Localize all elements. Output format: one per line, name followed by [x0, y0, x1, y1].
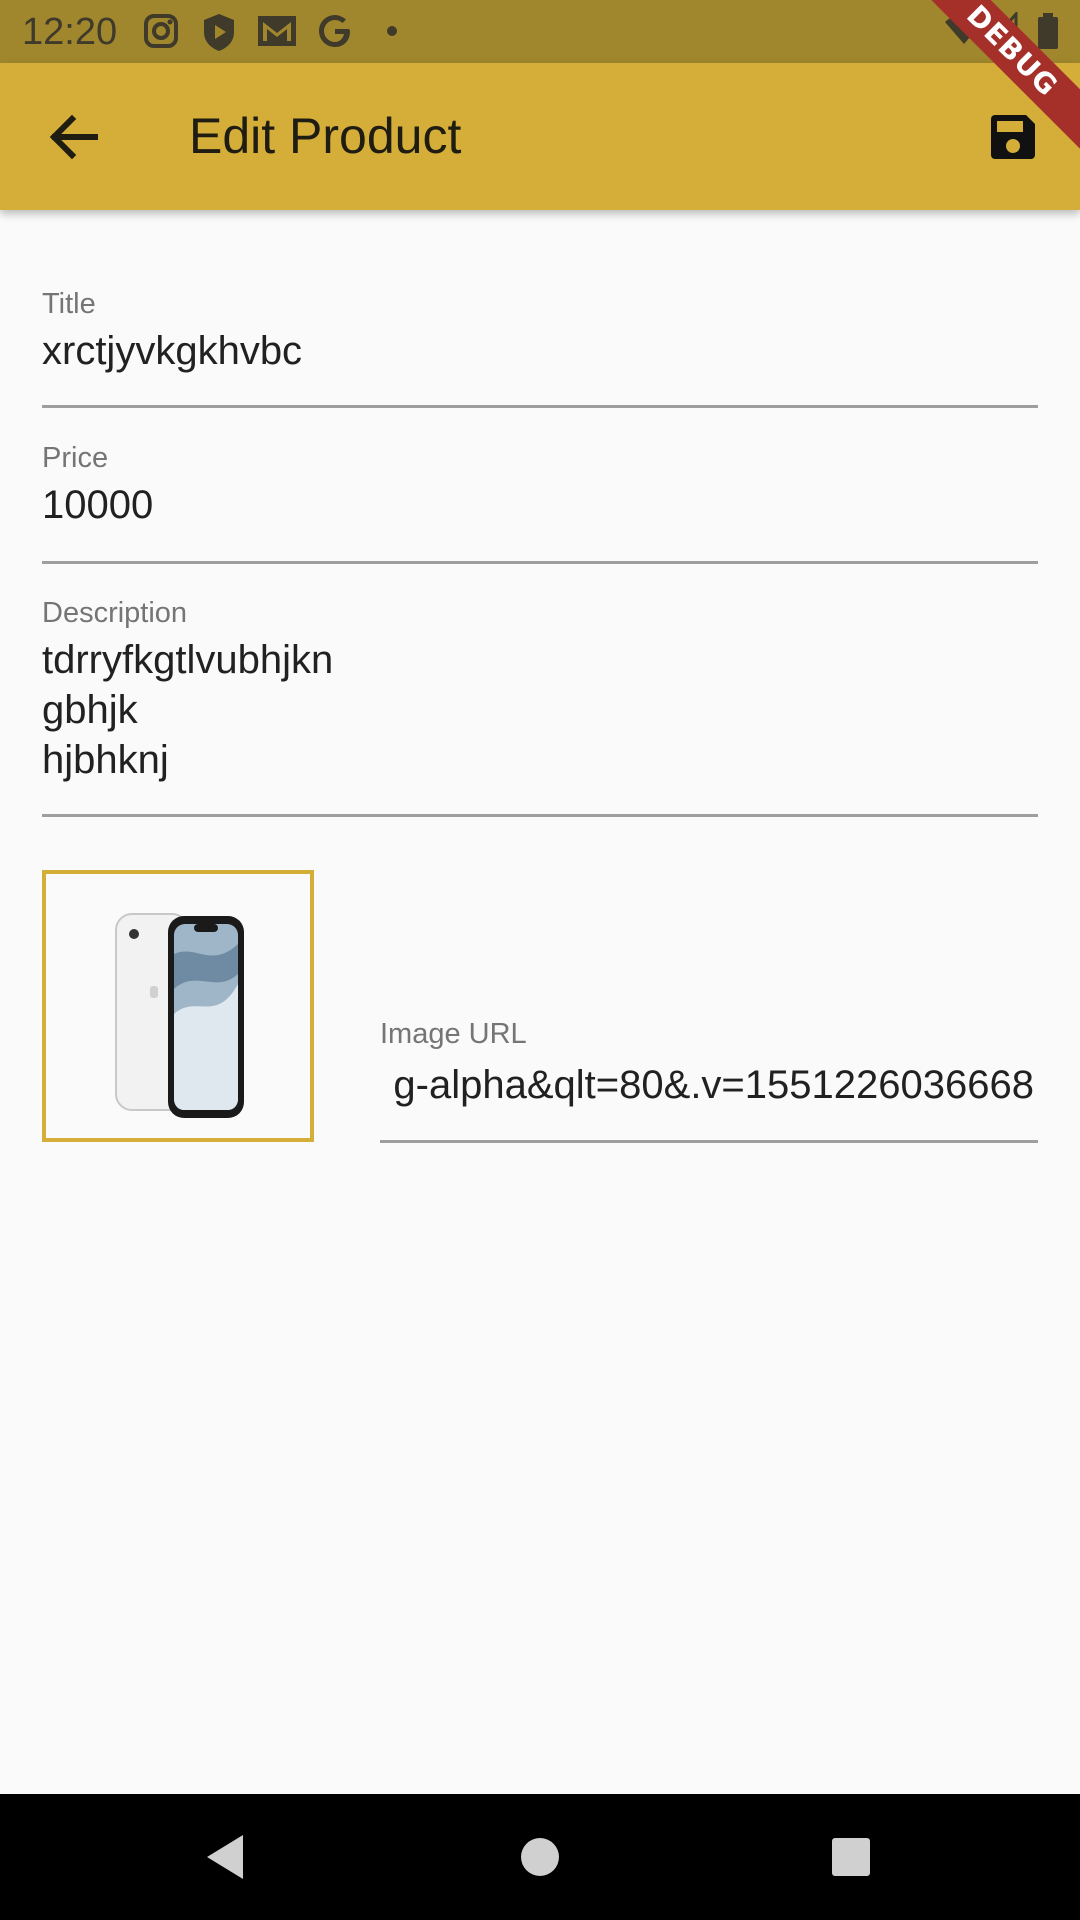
- phone-product-image: [115, 913, 244, 1118]
- dot-icon: [386, 24, 398, 42]
- save-icon: [990, 114, 1035, 159]
- nav-home-icon: [521, 1838, 559, 1876]
- navigation-bar: [0, 1794, 1080, 1920]
- image-preview: [42, 870, 314, 1142]
- price-field[interactable]: Price 10000: [42, 434, 1038, 564]
- title-value: xrctjyvkgkhvbc: [42, 329, 303, 373]
- nav-recents-icon: [832, 1838, 870, 1876]
- image-url-value: g-alpha&qlt=80&.v=1551226036668: [393, 1063, 1034, 1107]
- price-value: 10000: [42, 483, 154, 527]
- status-time: 12:20: [22, 11, 118, 53]
- back-button[interactable]: [36, 99, 111, 174]
- google-icon: [316, 12, 354, 55]
- save-button[interactable]: [975, 99, 1050, 174]
- gmail-icon: [256, 12, 298, 55]
- app-bar: Edit Product: [0, 63, 1080, 210]
- page-title: Edit Product: [189, 108, 462, 164]
- image-url-field[interactable]: Image URL g-alpha&qlt=80&.v=155122603666…: [380, 1010, 1038, 1143]
- status-bar: 12:20: [0, 0, 1080, 63]
- shield-play-icon: [200, 12, 238, 57]
- price-label: Price: [42, 442, 109, 474]
- nav-home-button[interactable]: [507, 1824, 573, 1890]
- title-label: Title: [42, 288, 96, 320]
- arrow-back-icon: [49, 114, 98, 159]
- edit-product-screen: 12:20 Edit Product DEBUG Title xrctjyvkg…: [0, 0, 1080, 1920]
- nav-back-icon: [207, 1835, 243, 1879]
- description-value: tdrryfkgtlvubhjkn gbhjk hjbhknj: [42, 638, 334, 782]
- nav-back-button[interactable]: [192, 1824, 258, 1890]
- description-field[interactable]: Description tdrryfkgtlvubhjkn gbhjk hjbh…: [42, 589, 1038, 817]
- image-url-label: Image URL: [380, 1018, 527, 1050]
- description-label: Description: [42, 597, 188, 629]
- nav-recents-button[interactable]: [818, 1824, 884, 1890]
- instagram-icon: [142, 12, 180, 55]
- title-field[interactable]: Title xrctjyvkgkhvbc: [42, 280, 1038, 408]
